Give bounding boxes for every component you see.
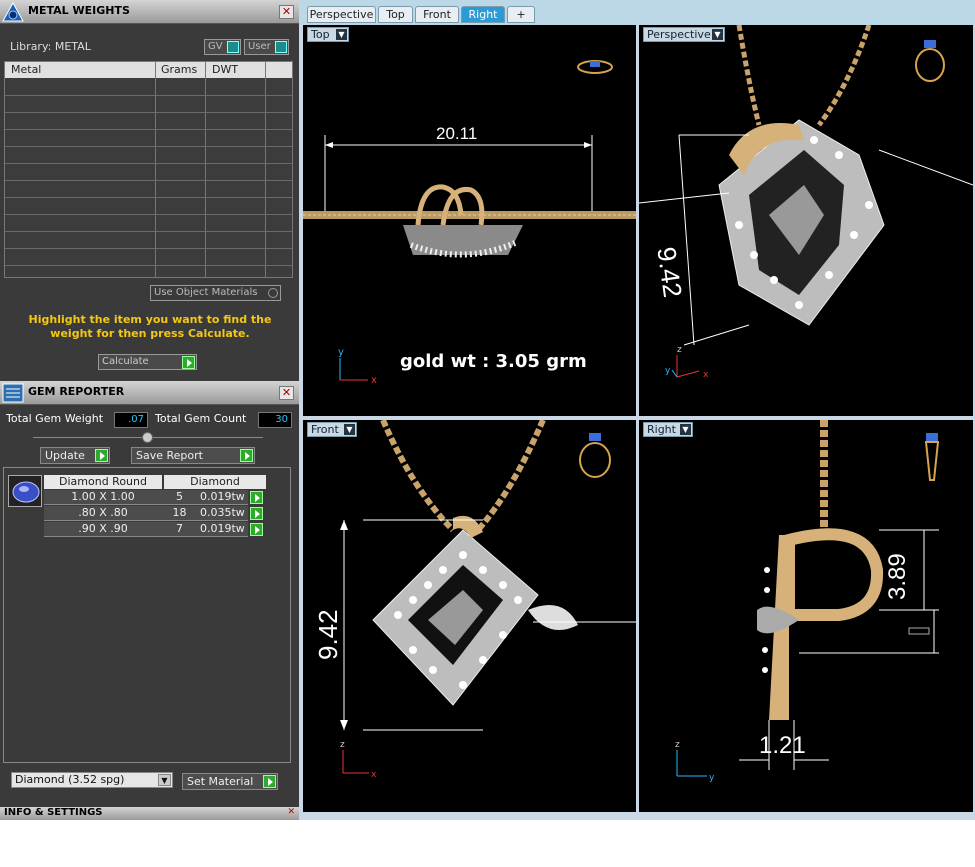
svg-text:y: y <box>665 366 671 376</box>
update-label: Update <box>45 449 85 462</box>
gv-toggle[interactable]: GV <box>204 39 241 55</box>
instruction-text: Highlight the item you want to find the … <box>28 313 272 340</box>
set-material-label: Set Material <box>187 775 254 788</box>
tab-add[interactable]: + <box>507 6 535 23</box>
metal-weights-header: METAL WEIGHTS ✕ <box>0 0 299 24</box>
user-toggle[interactable]: User <box>244 39 289 55</box>
info-settings-header[interactable]: INFO & SETTINGS ✕ <box>0 807 299 820</box>
gem-row-count[interactable]: 18 <box>162 506 197 521</box>
play-icon <box>240 449 253 462</box>
save-report-label: Save Report <box>136 449 203 462</box>
top-dimension: 20.11 <box>436 124 478 143</box>
close-icon[interactable]: ✕ <box>279 386 294 400</box>
viewport-area: Perspective Top Front Right + Top ▼ y x 2… <box>299 0 975 820</box>
gem-row-count[interactable]: 7 <box>162 522 197 537</box>
svg-text:z: z <box>677 345 682 355</box>
metal-table-header: Metal Grams DWT <box>5 62 292 78</box>
total-gem-weight-label: Total Gem Weight <box>6 412 104 425</box>
material-select-value: Diamond (3.52 spg) <box>15 773 125 786</box>
update-button[interactable]: Update <box>40 447 110 464</box>
use-object-materials-checkbox[interactable]: Use Object Materials <box>150 285 281 301</box>
right-dimension-b: 1.21 <box>759 732 806 759</box>
library-label: Library: METAL <box>10 40 91 53</box>
play-icon <box>182 356 195 369</box>
viewport-front[interactable]: Front ▼ zx 9.42 <box>303 420 636 812</box>
gem-row-size[interactable]: .80 X .80 <box>44 506 162 521</box>
use-object-materials-label: Use Object Materials <box>154 287 258 298</box>
calculate-button[interactable]: Calculate <box>98 354 197 370</box>
svg-text:z: z <box>340 740 345 750</box>
view-tabs: Perspective Top Front Right + <box>299 0 975 25</box>
svg-text:x: x <box>703 370 709 380</box>
material-select[interactable]: Diamond (3.52 spg) ▼ <box>11 772 173 788</box>
gem-row-weight[interactable]: 0.019tw <box>197 490 248 505</box>
dropdown-arrow-icon: ▼ <box>158 774 171 786</box>
col-diamond: Diamond <box>164 475 266 489</box>
calculate-label: Calculate <box>102 356 149 367</box>
col-metal: Metal <box>11 63 42 76</box>
play-icon[interactable] <box>249 523 263 537</box>
svg-text:y: y <box>709 773 715 783</box>
viewport-right[interactable]: Right ▼ zy 3.89 1.21 <box>639 420 973 812</box>
viewport-top[interactable]: Top ▼ y x 20.11 gold wt : 3.05 grm <box>303 25 636 416</box>
tab-top[interactable]: Top <box>378 6 413 23</box>
gem-reporter-title: GEM REPORTER <box>28 385 125 398</box>
pendant-preview-icon <box>924 433 940 481</box>
right-view-render: zy <box>675 420 940 783</box>
play-icon <box>95 449 108 462</box>
svg-text:y: y <box>338 347 344 358</box>
svg-text:z: z <box>675 740 680 750</box>
ring-preview-icon <box>577 60 613 74</box>
gem-reporter-icon <box>2 383 24 403</box>
col-grams: Grams <box>161 63 198 76</box>
user-label: User <box>248 41 271 52</box>
collapse-handle[interactable] <box>142 432 153 443</box>
right-dimension-a: 3.89 <box>884 553 911 600</box>
save-report-button[interactable]: Save Report <box>131 447 255 464</box>
col-dwt: DWT <box>212 63 239 76</box>
ring-preview-icon <box>915 40 945 82</box>
gem-row-size[interactable]: .90 X .90 <box>44 522 162 537</box>
col-diamond-round: Diamond Round <box>44 475 162 489</box>
total-gem-weight-value: .07 <box>114 412 148 428</box>
tab-perspective[interactable]: Perspective <box>307 6 376 23</box>
viewport-perspective[interactable]: Perspective ▼ zxy 9.42 <box>639 25 973 416</box>
left-panel: METAL WEIGHTS ✕ Library: METAL GV User M… <box>0 0 299 820</box>
play-icon <box>263 775 276 788</box>
gem-row-weight[interactable]: 0.019tw <box>197 522 248 537</box>
gem-row-size[interactable]: 1.00 X 1.00 <box>44 490 162 505</box>
gv-label: GV <box>208 41 223 52</box>
play-icon[interactable] <box>249 491 263 505</box>
svg-text:x: x <box>371 375 377 386</box>
gem-row-count[interactable]: 5 <box>162 490 197 505</box>
total-gem-count-value: 30 <box>258 412 292 428</box>
tab-front[interactable]: Front <box>415 6 459 23</box>
front-dimension: 9.42 <box>313 609 343 660</box>
info-settings-title: INFO & SETTINGS <box>4 807 103 818</box>
gem-icon <box>8 475 42 507</box>
gem-row-weight[interactable]: 0.035tw <box>197 506 248 521</box>
svg-text:x: x <box>371 770 377 780</box>
play-icon[interactable] <box>249 507 263 521</box>
gold-weight-note: gold wt : 3.05 grm <box>400 351 587 372</box>
close-icon[interactable]: ✕ <box>279 5 294 19</box>
set-material-button[interactable]: Set Material <box>182 773 278 790</box>
gem-list[interactable]: Diamond Round Diamond 1.00 X 1.00 5 0.01… <box>3 467 291 763</box>
app-logo-icon <box>2 2 24 22</box>
perspective-view-render: z x y <box>639 25 973 380</box>
front-view-render: zx <box>340 420 636 780</box>
gem-reporter-header: GEM REPORTER ✕ <box>0 381 299 405</box>
tab-right[interactable]: Right <box>461 6 505 23</box>
total-gem-count-label: Total Gem Count <box>155 412 247 425</box>
close-icon[interactable]: ✕ <box>287 807 295 817</box>
metal-table[interactable]: Metal Grams DWT <box>4 61 293 278</box>
metal-weights-title: METAL WEIGHTS <box>28 4 130 17</box>
ring-preview-icon <box>579 433 611 478</box>
